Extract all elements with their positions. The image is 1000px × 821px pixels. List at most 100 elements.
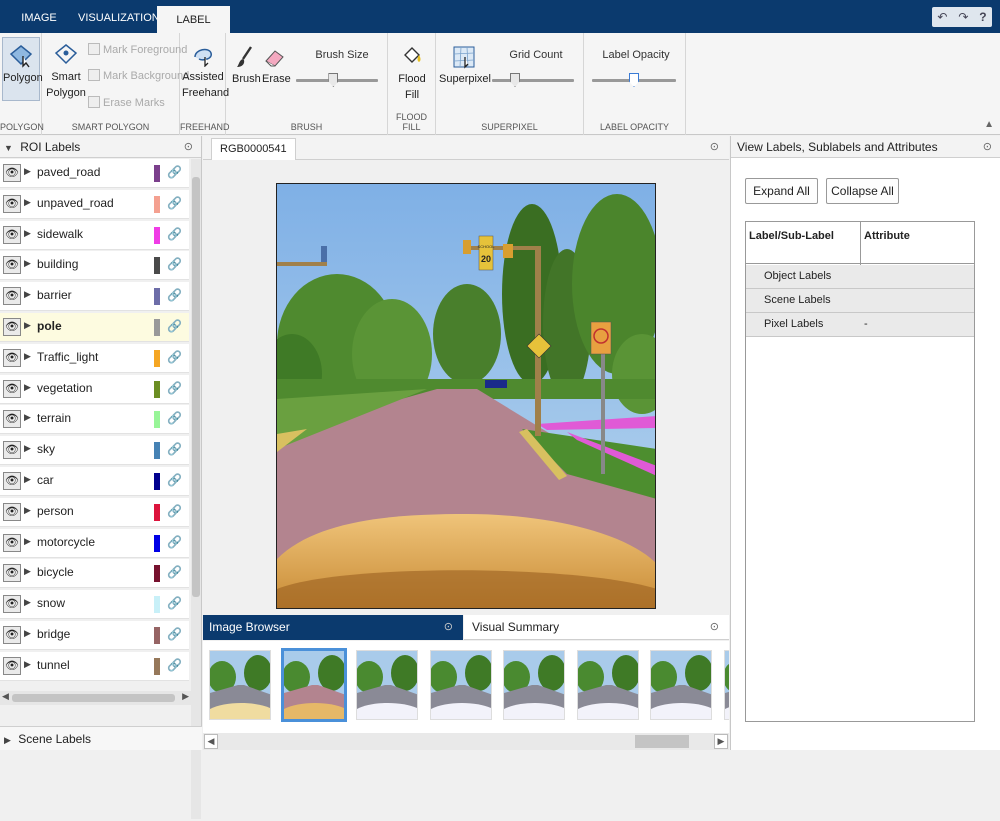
thumbnail-scroll-thumb[interactable] <box>635 735 689 748</box>
smart-polygon-button[interactable]: Smart Polygon <box>46 43 86 101</box>
roi-label-row[interactable]: 👁 ▶ building 🔗 <box>0 251 189 281</box>
roi-label-row[interactable]: 👁 ▶ tunnel 🔗 <box>0 651 189 681</box>
visibility-eye-icon[interactable]: 👁 <box>3 318 21 336</box>
label-color-swatch[interactable] <box>154 165 160 182</box>
label-color-swatch[interactable] <box>154 349 160 367</box>
brush-size-thumb[interactable] <box>328 73 339 87</box>
expand-triangle-icon[interactable]: ▶ <box>24 351 31 362</box>
image-thumbnail[interactable] <box>503 650 565 720</box>
roi-list-vertical-scrollbar[interactable] <box>191 159 201 819</box>
expand-triangle-icon[interactable]: ▶ <box>24 228 31 239</box>
visibility-eye-icon[interactable]: 👁 <box>3 595 21 614</box>
image-thumbnail[interactable] <box>209 650 271 720</box>
expand-triangle-icon[interactable]: ▶ <box>24 536 31 547</box>
tab-label-pixels[interactable]: LABEL PIXELS <box>157 6 230 50</box>
link-icon[interactable]: 🔗 <box>167 504 182 518</box>
link-icon[interactable]: 🔗 <box>167 565 182 579</box>
table-row[interactable]: Pixel Labels - <box>746 313 974 337</box>
visibility-eye-icon[interactable]: 👁 <box>3 225 21 244</box>
roi-label-row[interactable]: 👁 ▶ terrain 🔗 <box>0 405 189 435</box>
link-icon[interactable]: 🔗 <box>167 196 182 210</box>
mark-background-button[interactable]: Mark Background <box>88 69 189 82</box>
expand-triangle-icon[interactable]: ▶ <box>24 320 31 331</box>
label-color-swatch[interactable] <box>154 195 160 213</box>
panel-options-icon[interactable]: ⊙ <box>184 136 193 158</box>
link-icon[interactable]: 🔗 <box>167 596 182 610</box>
visibility-eye-icon[interactable]: 👁 <box>3 379 21 398</box>
roi-list-horizontal-scrollbar[interactable]: ◀ ▶ <box>0 691 191 705</box>
roi-label-row[interactable]: 👁 ▶ bridge 🔗 <box>0 621 189 650</box>
roi-label-row[interactable]: 👁 ▶ sky 🔗 <box>0 436 189 466</box>
expand-triangle-icon[interactable]: ▶ <box>24 628 31 639</box>
image-thumbnail[interactable] <box>650 650 712 720</box>
label-color-swatch[interactable] <box>154 319 160 336</box>
label-color-swatch[interactable] <box>154 657 160 675</box>
link-icon[interactable]: 🔗 <box>167 411 182 425</box>
visibility-eye-icon[interactable]: 👁 <box>3 287 21 306</box>
link-icon[interactable]: 🔗 <box>167 319 182 333</box>
document-options-icon[interactable]: ⊙ <box>710 140 719 153</box>
table-row[interactable]: Scene Labels <box>746 289 974 313</box>
label-color-swatch[interactable] <box>154 226 160 244</box>
roi-list-scroll-thumb[interactable] <box>192 177 200 597</box>
roi-label-row[interactable]: 👁 ▶ person 🔗 <box>0 497 189 527</box>
expand-triangle-icon[interactable]: ▶ <box>24 166 31 177</box>
brush-size-slider[interactable] <box>296 71 378 91</box>
image-thumbnail[interactable] <box>280 648 347 722</box>
visibility-eye-icon[interactable]: 👁 <box>3 441 21 460</box>
expand-triangle-icon[interactable]: ▶ <box>24 412 31 423</box>
roi-label-row[interactable]: 👁 ▶ unpaved_road 🔗 <box>0 189 189 219</box>
label-color-swatch[interactable] <box>154 288 160 306</box>
expand-triangle-icon[interactable]: ▶ <box>24 258 31 269</box>
visibility-eye-icon[interactable]: 👁 <box>3 348 21 367</box>
collapse-all-button[interactable]: Collapse All <box>826 178 899 204</box>
link-icon[interactable]: 🔗 <box>167 381 182 395</box>
visibility-eye-icon[interactable]: 👁 <box>3 164 21 182</box>
expand-triangle-icon[interactable]: ▶ <box>4 735 11 745</box>
visibility-eye-icon[interactable]: 👁 <box>3 502 21 521</box>
roi-label-row[interactable]: 👁 ▶ bicycle 🔗 <box>0 559 189 589</box>
label-color-swatch[interactable] <box>154 534 160 552</box>
roi-label-row[interactable]: 👁 ▶ pole 🔗 <box>0 313 189 342</box>
label-color-swatch[interactable] <box>154 627 160 644</box>
tab-visual-summary[interactable]: Visual Summary ⊙ <box>464 615 729 640</box>
link-icon[interactable]: 🔗 <box>167 535 182 549</box>
link-icon[interactable]: 🔗 <box>167 227 182 241</box>
image-thumbnail[interactable] <box>723 650 729 720</box>
roi-label-row[interactable]: 👁 ▶ paved_road 🔗 <box>0 159 189 188</box>
link-icon[interactable]: 🔗 <box>167 257 182 271</box>
document-tab[interactable]: RGB0000541 <box>211 138 296 160</box>
visibility-eye-icon[interactable]: 👁 <box>3 194 21 213</box>
visibility-eye-icon[interactable]: 👁 <box>3 656 21 675</box>
label-color-swatch[interactable] <box>154 503 160 521</box>
visibility-eye-icon[interactable]: 👁 <box>3 533 21 552</box>
visibility-eye-icon[interactable]: 👁 <box>3 410 21 429</box>
roi-labels-header[interactable]: ▼ ROI Labels ⊙ <box>0 136 201 158</box>
label-opacity-thumb[interactable] <box>629 73 639 87</box>
label-color-swatch[interactable] <box>154 411 160 429</box>
collapse-ribbon-icon[interactable]: ▲ <box>984 119 994 130</box>
scroll-right-icon[interactable]: ▶ <box>714 734 728 749</box>
label-opacity-slider[interactable] <box>592 71 676 91</box>
label-attributes-options-icon[interactable]: ⊙ <box>983 136 992 158</box>
assisted-freehand-button[interactable]: Assisted Freehand <box>182 43 229 101</box>
redo-icon[interactable]: ↷ <box>958 10 968 24</box>
help-icon[interactable]: ? <box>979 10 986 24</box>
image-browser-options-icon[interactable]: ⊙ <box>444 615 453 640</box>
roi-label-row[interactable]: 👁 ▶ vegetation 🔗 <box>0 374 189 404</box>
tab-visualization[interactable]: VISUALIZATION <box>78 6 160 33</box>
thumbnail-scrollbar[interactable]: ◀ ▶ <box>203 733 729 750</box>
label-color-swatch[interactable] <box>154 596 160 614</box>
roi-label-row[interactable]: 👁 ▶ Traffic_light 🔗 <box>0 343 189 373</box>
mark-foreground-button[interactable]: Mark Foreground <box>88 43 187 56</box>
label-color-swatch[interactable] <box>154 257 160 275</box>
expand-triangle-icon[interactable]: ▶ <box>24 597 31 608</box>
link-icon[interactable]: 🔗 <box>167 627 182 641</box>
roi-label-row[interactable]: 👁 ▶ car 🔗 <box>0 467 189 496</box>
visibility-eye-icon[interactable]: 👁 <box>3 472 21 490</box>
expand-triangle-icon[interactable]: ▶ <box>24 566 31 577</box>
labeled-image-canvas[interactable]: SCHOOL 20 <box>276 183 656 609</box>
table-row[interactable]: Object Labels <box>746 265 974 289</box>
roi-list-hscroll-thumb[interactable] <box>12 694 175 702</box>
roi-label-row[interactable]: 👁 ▶ motorcycle 🔗 <box>0 528 189 558</box>
